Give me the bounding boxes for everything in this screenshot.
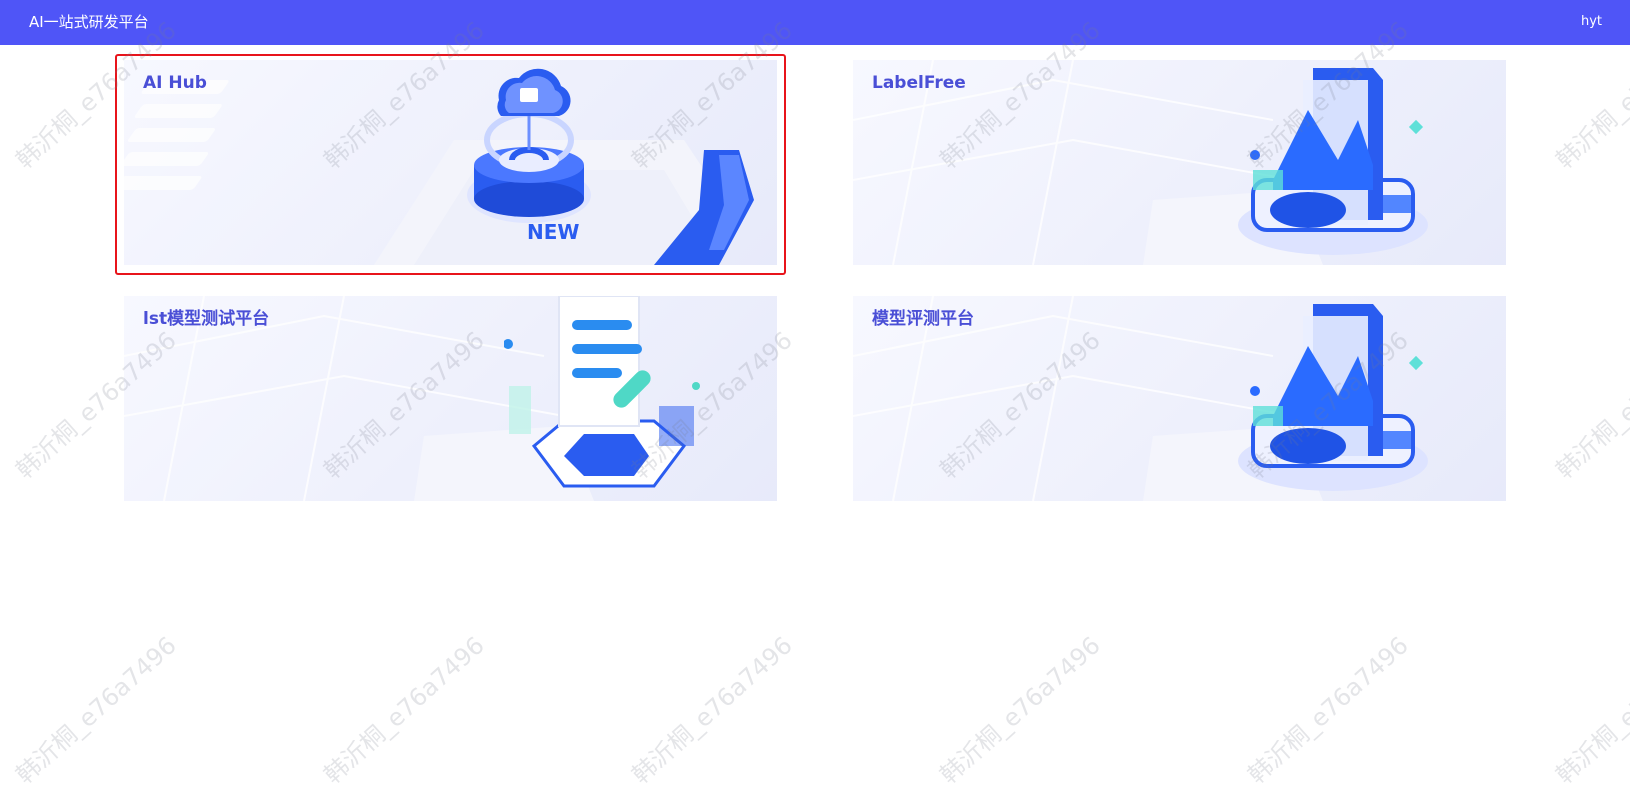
watermark-text: 韩沂桐_e76a7496 (1550, 631, 1630, 785)
platform-card-lst-model-test[interactable]: lst模型测试平台 (124, 296, 777, 501)
cloud-icon (467, 68, 591, 223)
card-title: lst模型测试平台 (143, 309, 270, 329)
app-title[interactable]: AI一站式研发平台 (29, 12, 149, 32)
chart-icon (1238, 68, 1428, 255)
new-badge: NEW (527, 220, 580, 244)
card-title: LabelFree (872, 73, 966, 93)
card-title: 模型评测平台 (872, 309, 974, 329)
watermark-text: 韩沂桐_e76a7496 (1550, 326, 1630, 485)
watermark-text: 韩沂桐_e76a7496 (934, 631, 1106, 785)
watermark-text: 韩沂桐_e76a7496 (10, 631, 182, 785)
watermark-text: 韩沂桐_e76a7496 (318, 631, 490, 785)
watermark-text: 韩沂桐_e76a7496 (1242, 631, 1414, 785)
document-icon (504, 296, 700, 488)
top-navigation-bar: AI一站式研发平台 hyt (0, 0, 1630, 45)
platform-card-labelfree[interactable]: LabelFree (853, 60, 1506, 265)
chart-icon (1238, 304, 1428, 491)
platform-card-ai-hub[interactable]: AI Hub NEW (124, 60, 777, 265)
card-title: AI Hub (143, 73, 207, 93)
card-background (124, 80, 754, 265)
user-name[interactable]: hyt (1581, 14, 1602, 30)
watermark-text: 韩沂桐_e76a7496 (626, 631, 798, 785)
platform-card-model-evaluation[interactable]: 模型评测平台 (853, 296, 1506, 501)
